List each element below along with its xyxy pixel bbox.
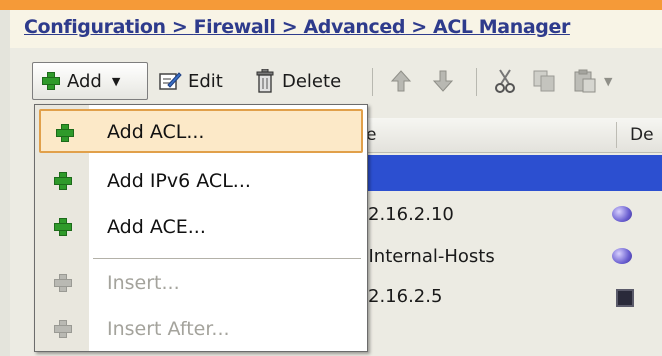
copy-icon xyxy=(533,70,555,92)
add-icon xyxy=(55,123,75,143)
dropdown-arrow-icon[interactable]: ▼ xyxy=(112,75,120,88)
menu-item-add-ace[interactable]: Add ACE... xyxy=(39,205,363,249)
paste-dropdown-arrow-icon[interactable]: ▼ xyxy=(604,75,612,88)
delete-trash-icon xyxy=(256,69,274,93)
cut-button[interactable] xyxy=(494,62,516,100)
menu-item-label: Add ACE... xyxy=(107,216,206,238)
add-icon xyxy=(41,71,61,91)
breadcrumb: Configuration > Firewall > Advanced > AC… xyxy=(24,16,570,38)
menu-item-add-acl[interactable]: Add ACL... xyxy=(39,109,363,153)
page-header: Configuration > Firewall > Advanced > AC… xyxy=(10,10,662,49)
menu-item-label: Add IPv6 ACL... xyxy=(107,170,251,192)
table-header: e De xyxy=(360,118,662,153)
breadcrumb-separator: > xyxy=(405,16,434,38)
table-cell: 2.16.2.10 xyxy=(368,204,454,225)
table-row[interactable] xyxy=(360,155,662,191)
cut-icon xyxy=(495,69,515,93)
menu-item-insert: Insert... xyxy=(39,261,363,305)
top-accent-band xyxy=(0,0,662,10)
breadcrumb-separator: > xyxy=(165,16,194,38)
add-dropdown-menu: Add ACL... Add IPv6 ACL... Add ACE... In… xyxy=(34,104,368,352)
menu-item-label: Insert... xyxy=(107,272,180,294)
insert-icon xyxy=(53,273,73,293)
toolbar-separator xyxy=(476,68,477,96)
breadcrumb-configuration-link[interactable]: Configuration xyxy=(24,16,166,38)
paste-icon xyxy=(574,69,596,93)
delete-button[interactable]: Delete xyxy=(254,62,341,100)
insert-after-icon xyxy=(53,319,73,339)
breadcrumb-separator: > xyxy=(275,16,304,38)
table-row[interactable]: -Internal-Hosts xyxy=(360,239,662,275)
menu-divider xyxy=(93,258,361,259)
breadcrumb-firewall-link[interactable]: Firewall xyxy=(194,16,276,38)
edit-button[interactable]: Edit xyxy=(158,62,223,100)
menu-item-add-ipv6-acl[interactable]: Add IPv6 ACL... xyxy=(39,159,363,203)
add-icon xyxy=(53,171,73,191)
add-icon xyxy=(53,217,73,237)
move-up-button[interactable] xyxy=(390,62,412,100)
menu-item-insert-after: Insert After... xyxy=(39,307,363,351)
add-button-label: Add xyxy=(67,70,102,92)
column-header-description[interactable]: De xyxy=(630,125,654,145)
move-down-icon xyxy=(432,70,454,92)
edit-icon xyxy=(159,72,182,90)
network-object-icon xyxy=(612,248,632,264)
table-row[interactable]: 2.16.2.5 xyxy=(360,279,662,315)
copy-button[interactable] xyxy=(532,62,558,100)
move-up-icon xyxy=(390,70,412,92)
delete-button-label: Delete xyxy=(282,70,342,92)
toolbar: Add ▼ Edit Delete ▼ xyxy=(22,62,662,102)
table-cell: 2.16.2.5 xyxy=(368,286,443,307)
table-cell: -Internal-Hosts xyxy=(362,246,495,267)
breadcrumb-advanced-link[interactable]: Advanced xyxy=(303,16,405,38)
edit-button-label: Edit xyxy=(188,70,223,92)
add-button[interactable]: Add ▼ xyxy=(32,62,148,100)
breadcrumb-acl-manager-link[interactable]: ACL Manager xyxy=(433,16,570,38)
menu-item-label: Insert After... xyxy=(107,318,230,340)
move-down-button[interactable] xyxy=(432,62,454,100)
toolbar-separator xyxy=(372,68,373,96)
network-object-icon xyxy=(612,206,632,222)
host-object-icon xyxy=(616,289,634,307)
paste-button[interactable]: ▼ xyxy=(572,62,612,100)
menu-item-label: Add ACL... xyxy=(107,121,205,143)
column-separator xyxy=(616,122,617,148)
table-row[interactable]: 2.16.2.10 xyxy=(360,197,662,233)
